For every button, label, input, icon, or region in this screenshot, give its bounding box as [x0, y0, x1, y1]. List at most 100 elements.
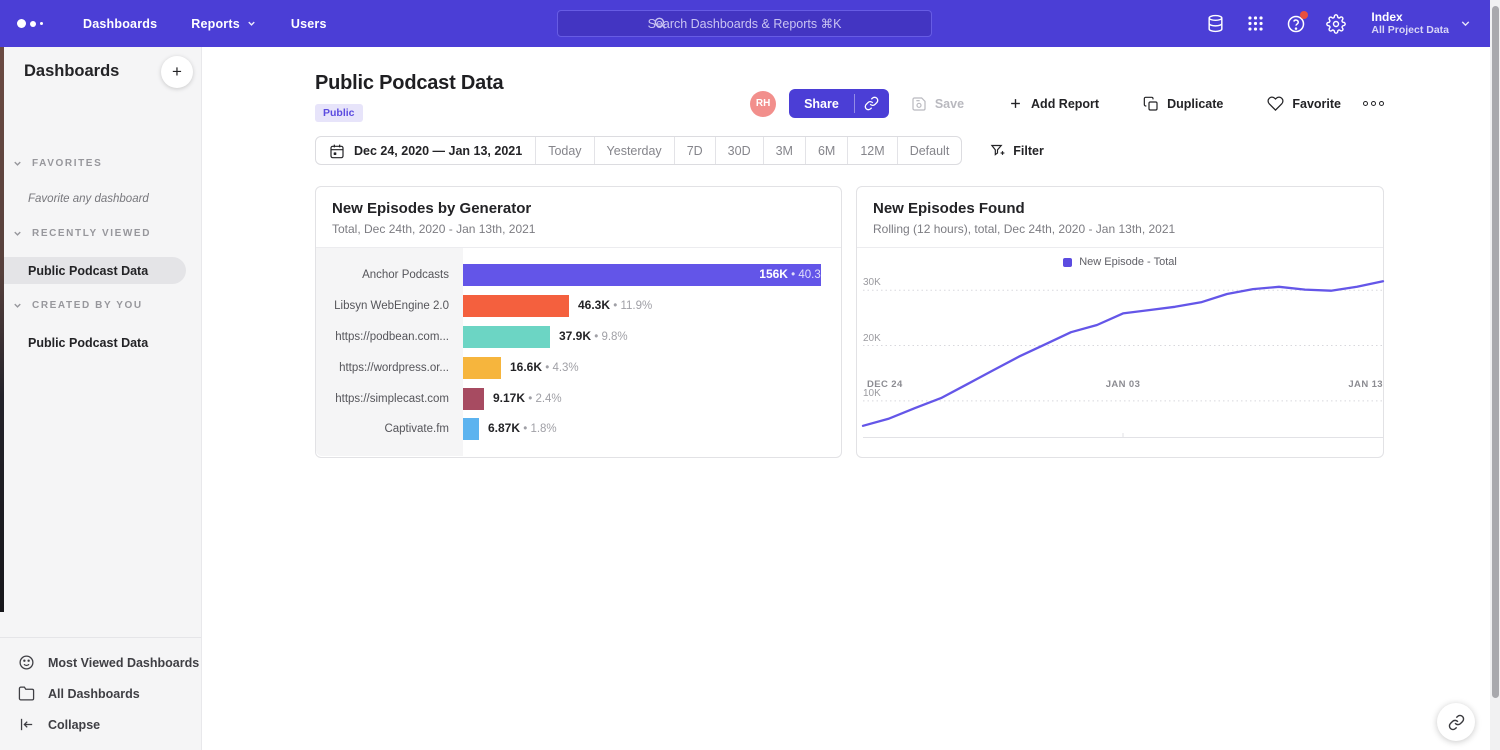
smiley-icon — [18, 654, 35, 671]
legend-item: New Episode - Total — [857, 256, 1383, 268]
apps-grid-icon[interactable] — [1245, 13, 1266, 34]
line-chart: 10K20K30K — [863, 273, 1383, 438]
date-range-value: Dec 24, 2020 — Jan 13, 2021 — [354, 144, 522, 158]
data-icon[interactable] — [1205, 13, 1226, 34]
chevron-down-icon — [246, 18, 257, 29]
chart-subtitle: Rolling (12 hours), total, Dec 24th, 202… — [873, 222, 1367, 236]
section-created-by-you[interactable]: CREATED BY YOU — [0, 300, 202, 311]
bar-row[interactable]: Captivate.fm 6.87K • 1.8% — [316, 414, 841, 445]
legend-swatch — [1063, 258, 1072, 267]
range-preset-7d[interactable]: 7D — [674, 137, 715, 164]
duplicate-button[interactable]: Duplicate — [1143, 96, 1223, 112]
chart-subtitle: Total, Dec 24th, 2020 - Jan 13th, 2021 — [332, 222, 825, 236]
sidebar-item-public-podcast-data[interactable]: Public Podcast Data — [0, 257, 186, 284]
copy-link-button[interactable] — [1437, 703, 1475, 741]
nav-item-dashboards[interactable]: Dashboards — [83, 17, 157, 31]
folder-icon — [18, 685, 35, 702]
y-axis-tick-label: 20K — [863, 333, 881, 344]
sidebar-item-public-podcast-data-created[interactable]: Public Podcast Data — [0, 329, 148, 356]
bar-value: 16.6K • 4.3% — [510, 360, 579, 374]
section-favorites[interactable]: FAVORITES — [0, 158, 202, 169]
heart-icon — [1267, 95, 1284, 112]
range-preset-3m[interactable]: 3M — [763, 137, 805, 164]
card-header: New Episodes Found Rolling (12 hours), t… — [857, 187, 1383, 248]
chevron-down-icon — [12, 158, 23, 169]
share-link-icon[interactable] — [855, 89, 889, 118]
bar-row[interactable]: https://simplecast.com9.17K • 2.4% — [316, 383, 841, 414]
bar-row[interactable]: Anchor Podcasts 156K • 40.3% — [316, 260, 841, 291]
card-new-episodes-by-generator: New Episodes by Generator Total, Dec 24t… — [315, 186, 842, 458]
range-preset-default[interactable]: Default — [897, 137, 962, 164]
bar[interactable] — [463, 295, 569, 317]
date-range-group: Dec 24, 2020 — Jan 13, 2021 TodayYesterd… — [315, 136, 962, 165]
bar[interactable] — [463, 326, 550, 348]
app-logo[interactable] — [17, 19, 57, 28]
filter-icon — [990, 143, 1005, 158]
chevron-down-icon — [12, 300, 23, 311]
help-icon[interactable] — [1285, 13, 1306, 34]
x-axis-tick-label: DEC 24 — [867, 379, 903, 390]
duplicate-icon — [1143, 96, 1159, 112]
page-title: Public Podcast Data — [315, 72, 503, 95]
add-dashboard-button[interactable]: + — [161, 56, 193, 88]
range-preset-6m[interactable]: 6M — [805, 137, 847, 164]
favorites-empty-text: Favorite any dashboard — [28, 193, 149, 205]
sidebar: Dashboards + FAVORITES Favorite any dash… — [0, 47, 202, 750]
scrollbar-thumb[interactable] — [1492, 6, 1499, 698]
project-name: Index — [1371, 10, 1449, 24]
range-preset-30d[interactable]: 30D — [715, 137, 763, 164]
x-axis-tick-label: JAN 03 — [1106, 379, 1141, 390]
bar-value: 156K • 40.3% — [759, 267, 831, 281]
filter-button[interactable]: Filter — [990, 143, 1044, 158]
bar-value: 9.17K • 2.4% — [493, 391, 562, 405]
bar[interactable] — [463, 357, 501, 379]
more-options-button[interactable] — [1363, 101, 1384, 106]
x-axis-tick-label: JAN 13 — [1348, 379, 1383, 390]
scrollbar-track[interactable] — [1490, 0, 1500, 750]
bar-category-label: https://podbean.com... — [316, 331, 463, 343]
project-subtitle: All Project Data — [1371, 24, 1449, 37]
bar-category-label: Anchor Podcasts — [316, 269, 463, 281]
add-report-button[interactable]: Add Report — [1008, 96, 1099, 111]
chevron-down-icon — [1459, 17, 1472, 30]
project-selector[interactable]: Index All Project Data — [1371, 10, 1472, 37]
favorite-button[interactable]: Favorite — [1267, 95, 1341, 112]
bar[interactable] — [463, 418, 479, 440]
search-input[interactable] — [557, 10, 932, 37]
range-preset-12m[interactable]: 12M — [847, 137, 896, 164]
avatar[interactable]: RH — [750, 91, 776, 117]
chart-title: New Episodes Found — [873, 200, 1367, 217]
save-button[interactable]: Save — [911, 96, 964, 112]
bar-value: 46.3K • 11.9% — [578, 298, 652, 312]
date-range-picker[interactable]: Dec 24, 2020 — Jan 13, 2021 — [316, 137, 535, 164]
bar-category-label: Libsyn WebEngine 2.0 — [316, 300, 463, 312]
collapse-icon — [18, 716, 35, 733]
calendar-icon — [329, 143, 345, 159]
share-button[interactable]: Share — [789, 89, 889, 118]
bar-row[interactable]: Libsyn WebEngine 2.0 46.3K • 11.9% — [316, 291, 841, 322]
save-icon — [911, 96, 927, 112]
card-header: New Episodes by Generator Total, Dec 24t… — [316, 187, 841, 248]
range-preset-yesterday[interactable]: Yesterday — [594, 137, 674, 164]
header-actions: RH Share Save Add Report Duplicate Favor… — [750, 89, 1384, 118]
bar-row[interactable]: https://podbean.com...37.9K • 9.8% — [316, 322, 841, 353]
background-window-artifact — [0, 47, 4, 612]
nav-item-reports[interactable]: Reports — [191, 17, 257, 31]
nav-menu: Dashboards Reports Users — [83, 17, 327, 31]
range-preset-today[interactable]: Today — [535, 137, 593, 164]
bar-value: 6.87K • 1.8% — [488, 421, 557, 435]
all-dashboards-button[interactable]: All Dashboards — [0, 678, 201, 709]
chart-title: New Episodes by Generator — [332, 200, 825, 217]
bar-category-label: Captivate.fm — [316, 423, 463, 435]
link-icon — [1448, 714, 1465, 731]
settings-gear-icon[interactable] — [1325, 13, 1346, 34]
y-axis-tick-label: 30K — [863, 277, 881, 288]
collapse-sidebar-button[interactable]: Collapse — [0, 709, 201, 740]
nav-item-users[interactable]: Users — [291, 17, 327, 31]
most-viewed-dashboards-button[interactable]: Most Viewed Dashboards — [0, 647, 201, 678]
notification-badge — [1300, 11, 1308, 19]
section-recently-viewed[interactable]: RECENTLY VIEWED — [0, 228, 202, 239]
bar[interactable] — [463, 388, 484, 410]
top-navbar: Dashboards Reports Users Index All Project… — [0, 0, 1500, 47]
bar-row[interactable]: https://wordpress.or...16.6K • 4.3% — [316, 352, 841, 383]
